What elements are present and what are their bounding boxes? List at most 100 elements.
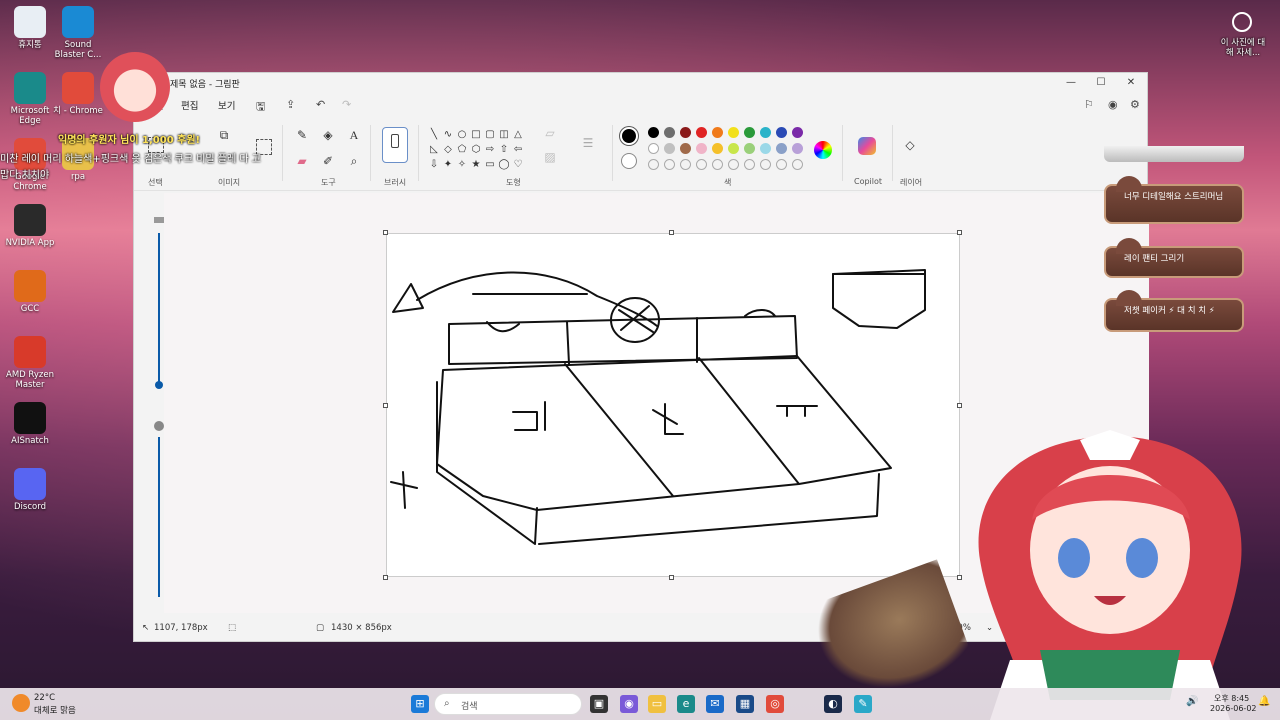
clock-time[interactable]: 오후 8:45 bbox=[1214, 693, 1249, 704]
color-wheel-icon[interactable] bbox=[814, 141, 832, 159]
volume-icon[interactable]: 🔊 bbox=[1186, 696, 1198, 707]
store-icon[interactable]: ▦ bbox=[736, 695, 754, 713]
color-swatch[interactable] bbox=[696, 127, 707, 138]
desktop-icon[interactable]: AMD Ryzen Master bbox=[4, 336, 56, 390]
edge-taskbar-icon[interactable]: e bbox=[677, 695, 695, 713]
settings-icon[interactable]: ⚙ bbox=[1130, 98, 1140, 111]
shape-icon[interactable]: ⇨ bbox=[484, 144, 496, 156]
resize-handle[interactable] bbox=[669, 575, 674, 580]
color-swatch[interactable] bbox=[792, 143, 803, 154]
weather-temp[interactable]: 22°C bbox=[34, 693, 55, 703]
shape-icon[interactable]: △ bbox=[512, 129, 524, 141]
color-picker-icon[interactable]: ✐ bbox=[320, 153, 336, 169]
size-thumb[interactable] bbox=[155, 381, 163, 389]
shape-icon[interactable]: ♡ bbox=[512, 159, 524, 171]
resize-handle[interactable] bbox=[957, 403, 962, 408]
desktop-icon[interactable]: GCC bbox=[4, 270, 56, 314]
shape-icon[interactable]: ◺ bbox=[428, 144, 440, 156]
color-swatch[interactable] bbox=[760, 127, 771, 138]
resize-handle[interactable] bbox=[957, 575, 962, 580]
shape-icon[interactable]: ✧ bbox=[456, 159, 468, 171]
start-icon[interactable]: ⊞ bbox=[411, 695, 429, 713]
paint-taskbar-icon[interactable]: ✎ bbox=[854, 695, 872, 713]
desktop-icon[interactable]: 휴지통 bbox=[4, 6, 56, 50]
color-swatch[interactable] bbox=[664, 143, 675, 154]
share-icon[interactable]: ⇪ bbox=[286, 98, 295, 111]
desktop-icon[interactable]: NVIDIA App bbox=[4, 204, 56, 248]
menu-view[interactable]: 보기 bbox=[218, 98, 235, 112]
photo-info-label[interactable]: 이 사진에 대해 자세... bbox=[1218, 38, 1268, 58]
color-swatch[interactable] bbox=[744, 127, 755, 138]
text-icon[interactable]: A bbox=[346, 127, 362, 143]
file-explorer-icon[interactable]: ▭ bbox=[648, 695, 666, 713]
shape-icon[interactable]: ◫ bbox=[498, 129, 510, 141]
menu-edit[interactable]: 편집 bbox=[181, 98, 198, 112]
crop-icon[interactable]: ⧉ bbox=[216, 127, 232, 143]
custom-color-slot[interactable] bbox=[776, 159, 787, 170]
shape-icon[interactable]: ⇧ bbox=[498, 144, 510, 156]
custom-color-slot[interactable] bbox=[760, 159, 771, 170]
shape-icon[interactable]: ○ bbox=[456, 129, 468, 141]
shape-icon[interactable]: ∿ bbox=[442, 129, 454, 141]
weather-desc[interactable]: 대체로 맑음 bbox=[34, 704, 76, 716]
secondary-color[interactable] bbox=[621, 153, 637, 169]
fill-style-icon[interactable]: ▨ bbox=[542, 149, 558, 165]
account-icon[interactable]: ◉ bbox=[1108, 98, 1118, 111]
custom-color-slot[interactable] bbox=[664, 159, 675, 170]
color-swatch[interactable] bbox=[792, 127, 803, 138]
custom-color-slot[interactable] bbox=[648, 159, 659, 170]
pencil-icon[interactable]: ✎ bbox=[294, 127, 310, 143]
drawing-canvas[interactable]: 레 치 파 bbox=[386, 233, 960, 577]
shape-icon[interactable]: ★ bbox=[470, 159, 482, 171]
fill-icon[interactable]: ◈ bbox=[320, 127, 336, 143]
color-swatch[interactable] bbox=[648, 127, 659, 138]
desktop-icon[interactable]: 치 - Chrome bbox=[52, 72, 104, 116]
custom-color-slot[interactable] bbox=[712, 159, 723, 170]
shape-icon[interactable]: ⇩ bbox=[428, 159, 440, 171]
copilot-taskbar-icon[interactable]: ◉ bbox=[620, 695, 638, 713]
desktop-icon[interactable]: Microsoft Edge bbox=[4, 72, 56, 126]
color-swatch[interactable] bbox=[776, 143, 787, 154]
resize-handle[interactable] bbox=[383, 403, 388, 408]
custom-color-slot[interactable] bbox=[744, 159, 755, 170]
color-swatch[interactable] bbox=[776, 127, 787, 138]
shape-icon[interactable]: ⬠ bbox=[456, 144, 468, 156]
brush-button[interactable] bbox=[382, 127, 408, 163]
shape-icon[interactable]: ▢ bbox=[484, 129, 496, 141]
outline-icon[interactable]: ▱ bbox=[542, 125, 558, 141]
color-swatch[interactable] bbox=[680, 127, 691, 138]
shape-icon[interactable]: ⇦ bbox=[512, 144, 524, 156]
shape-icon[interactable]: ▭ bbox=[484, 159, 496, 171]
desktop-icon[interactable]: AISnatch bbox=[4, 402, 56, 446]
primary-color[interactable] bbox=[620, 127, 638, 145]
resize-handle[interactable] bbox=[383, 575, 388, 580]
shape-icon[interactable]: ✦ bbox=[442, 159, 454, 171]
color-swatch[interactable] bbox=[744, 143, 755, 154]
shape-icon[interactable]: ╲ bbox=[428, 129, 440, 141]
custom-color-slot[interactable] bbox=[792, 159, 803, 170]
layers-icon[interactable]: ◇ bbox=[902, 137, 918, 153]
weather-icon[interactable] bbox=[12, 694, 30, 712]
color-swatch[interactable] bbox=[648, 143, 659, 154]
camera-info-icon[interactable] bbox=[1232, 12, 1252, 32]
shape-icon[interactable]: ◇ bbox=[442, 144, 454, 156]
close-button[interactable]: ✕ bbox=[1116, 75, 1146, 91]
custom-color-slot[interactable] bbox=[696, 159, 707, 170]
shape-icon[interactable]: ⬡ bbox=[470, 144, 482, 156]
desktop-icon[interactable]: Sound Blaster C... bbox=[52, 6, 104, 60]
color-swatch[interactable] bbox=[696, 143, 707, 154]
desktop-icon[interactable]: Discord bbox=[4, 468, 56, 512]
resize-handle[interactable] bbox=[383, 230, 388, 235]
resize-handle[interactable] bbox=[957, 230, 962, 235]
resize-handle[interactable] bbox=[669, 230, 674, 235]
custom-color-slot[interactable] bbox=[728, 159, 739, 170]
undo-icon[interactable]: ↶ bbox=[316, 98, 325, 111]
color-swatch[interactable] bbox=[760, 143, 771, 154]
notification-icon[interactable]: 🔔 bbox=[1258, 696, 1270, 707]
copilot-icon[interactable] bbox=[858, 137, 876, 155]
redo-icon[interactable]: ↷ bbox=[342, 98, 351, 111]
custom-color-slot[interactable] bbox=[680, 159, 691, 170]
size-icon[interactable]: ☰ bbox=[580, 135, 596, 151]
feedback-icon[interactable]: ⚐ bbox=[1084, 98, 1094, 111]
eraser-icon[interactable]: ▰ bbox=[294, 153, 310, 169]
